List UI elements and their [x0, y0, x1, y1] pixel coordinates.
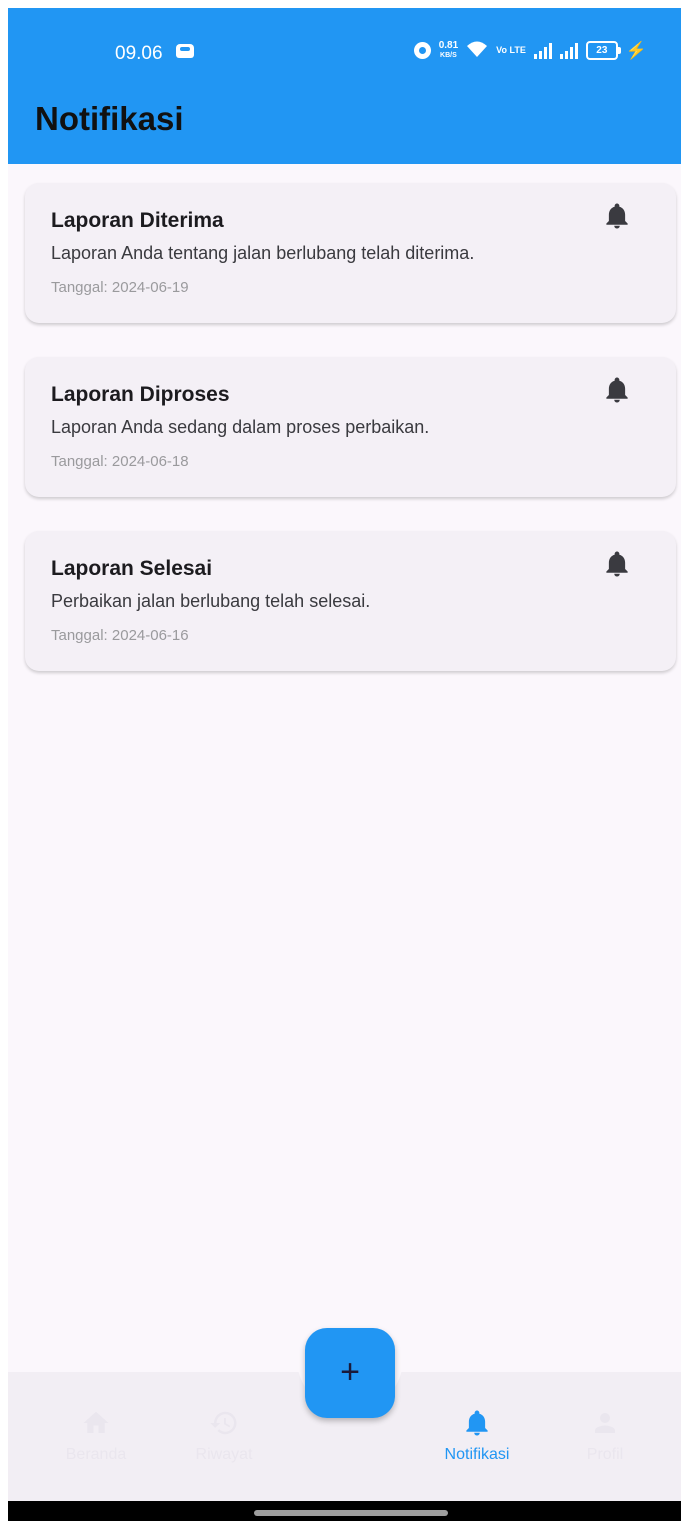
person-icon: [595, 1413, 615, 1433]
notification-card[interactable]: Laporan Diproses Laporan Anda sedang dal…: [25, 357, 676, 497]
nav-label: Notifikasi: [444, 1446, 510, 1463]
notification-title: Laporan Selesai: [51, 557, 213, 580]
signal-2-icon: [559, 42, 578, 59]
bell-icon: [606, 203, 628, 229]
page-title: Notifikasi: [35, 100, 184, 137]
home-icon: [83, 1411, 109, 1433]
nav-label: Profil: [586, 1446, 624, 1463]
history-icon: [210, 1411, 237, 1435]
net-speed: 0.81 KB/S: [439, 41, 458, 60]
add-report-button[interactable]: +: [305, 1328, 395, 1418]
plus-icon: +: [340, 1353, 360, 1391]
notification-card[interactable]: Laporan Selesai Perbaikan jalan berluban…: [25, 531, 676, 671]
bell-icon: [606, 377, 628, 403]
volte-badge: Vo LTE: [496, 45, 526, 55]
bell-icon: [466, 1410, 488, 1436]
charging-icon: ⚡: [625, 40, 647, 60]
alarm-icon: [413, 42, 431, 59]
nav-label: Beranda: [65, 1446, 127, 1463]
home-indicator[interactable]: [254, 1510, 448, 1516]
status-time: 09.06: [115, 43, 163, 64]
nav-item-riwayat[interactable]: Riwayat: [169, 1408, 279, 1464]
notification-card[interactable]: Laporan Diterima Laporan Anda tentang ja…: [25, 183, 676, 323]
status-bar: 09.06 0.81 KB/S Vo LTE 23 ⚡: [8, 8, 681, 88]
signal-1-icon: [533, 42, 552, 59]
notification-title: Laporan Diterima: [51, 209, 224, 232]
net-speed-value: 0.81: [438, 40, 459, 51]
notification-title: Laporan Diproses: [51, 383, 230, 406]
notification-date: Tanggal: 2024-06-18: [51, 453, 189, 470]
screen: 09.06 0.81 KB/S Vo LTE 23 ⚡ Notifikasi L…: [8, 8, 681, 1521]
notification-message: Laporan Anda sedang dalam proses perbaik…: [51, 417, 430, 437]
bell-icon: [606, 551, 628, 577]
nav-label: Riwayat: [195, 1446, 253, 1463]
notification-message: Perbaikan jalan berlubang telah selesai.: [51, 591, 371, 611]
notification-date: Tanggal: 2024-06-16: [51, 627, 189, 644]
notification-app-icon: [176, 44, 194, 58]
wifi-icon: [466, 40, 488, 61]
battery-icon: 23: [585, 41, 621, 60]
net-speed-unit: KB/S: [440, 52, 457, 59]
nav-item-profil[interactable]: Profil: [550, 1408, 660, 1464]
app-bar: 09.06 0.81 KB/S Vo LTE 23 ⚡ Notifikasi: [8, 8, 681, 164]
notification-date: Tanggal: 2024-06-19: [51, 279, 189, 296]
status-icons: 0.81 KB/S Vo LTE 23 ⚡: [413, 40, 647, 61]
notification-message: Laporan Anda tentang jalan berlubang tel…: [51, 243, 475, 263]
nav-item-notifikasi[interactable]: Notifikasi: [422, 1408, 532, 1464]
nav-item-beranda[interactable]: Beranda: [41, 1408, 151, 1464]
